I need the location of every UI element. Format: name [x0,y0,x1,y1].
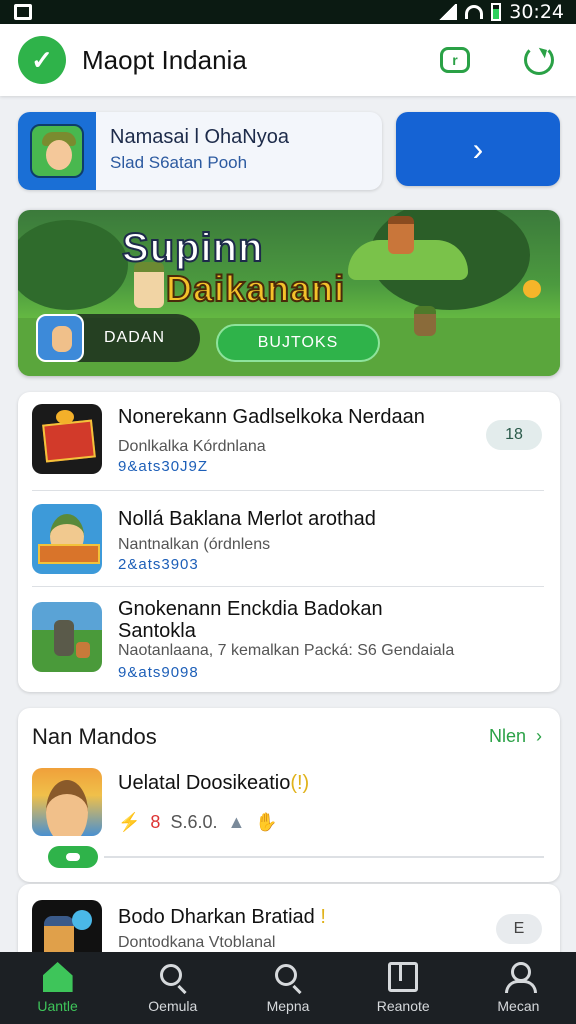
list-item-title: Gnokenann Enckdia Badokan Santokla [118,598,383,642]
nav-label: Mecan [497,998,540,1014]
nav-item-library[interactable]: Reanote [346,952,461,1024]
battery-icon [491,3,502,21]
banner-character-goblin [414,306,436,336]
promo-subtitle: Slad S6atan Pooh [110,153,248,172]
progress-line [104,856,544,858]
hand-icon: ✋ [255,812,278,832]
status-indicators: 30:24 [437,1,564,23]
banner-character-monkey [388,216,414,254]
signal-icon [437,4,458,20]
section-item-badge-glyph: (!) [290,772,310,794]
banner-title-line2: Daikanani [165,267,346,310]
promo-title: Namasai l OhaNyoa [110,126,289,148]
chevron-right-icon: › [536,726,542,746]
status-bar: 30:24 [0,0,576,24]
nav-item-search[interactable]: Oemula [115,952,230,1024]
section-item-title: Uelatal Doosikeatio(!) [118,772,309,795]
list-item[interactable]: Gnokenann Enckdia Badokan Santokla Naota… [18,588,560,688]
status-time: 30:24 [509,1,564,23]
partial-item-subtitle: Dontodkana Vtoblanal [118,934,276,951]
list-item-app-icon [32,404,102,474]
home-icon [42,962,73,992]
nav-label: Uantle [37,998,78,1014]
partial-item-title-text: Bodo Dharkan Bratiad [118,906,315,928]
divider [32,586,544,587]
featured-banner[interactable]: Supinn Daikanani DADAN BUJTOKS [18,210,560,376]
list-item-subtitle: Naotanlaana, 7 kemalkan Packá: S6 Gendai… [118,642,455,659]
banner-action-button[interactable]: BUJTOKS [216,324,380,362]
list-item-stat: 9&ats30J9Z [118,458,209,475]
partial-item-badge[interactable]: E [496,914,542,944]
list-item-title: Nonerekann Gadlselkoka Nerdaan [118,406,425,428]
list-item-stat: 9&ats9098 [118,664,199,681]
bolt-icon: ⚡ [118,812,141,832]
grid-icon [388,962,419,992]
list-item-stat: 2&ats3903 [118,556,199,573]
section-item-app-icon[interactable] [32,768,102,836]
banner-title-line1: Supinn [121,225,264,271]
promo-icon-frame [18,112,96,190]
nav-item-explore[interactable]: Mepna [230,952,345,1024]
promo-card[interactable]: Namasai l OhaNyoa Slad S6atan Pooh [18,112,382,190]
download-box-icon: r [440,47,470,73]
divider [32,490,544,491]
bottom-navigation: Uantle Oemula Mepna Reanote Mecan [0,952,576,1024]
list-item-title: Nollá Baklana Merlot arothad [118,508,376,530]
chevron-right-icon: › [472,130,484,167]
nav-label: Oemula [148,998,198,1014]
promo-app-icon [30,124,84,178]
arrow-icon: ▲ [227,812,246,832]
promo-next-button[interactable]: › [396,112,560,186]
section-item-toggle[interactable] [48,846,98,868]
banner-game-pill[interactable]: DADAN [36,314,200,362]
search-icon [159,964,182,986]
section-item-rating: S.6.0. [170,812,218,832]
list-item[interactable]: Nollá Baklana Merlot arothad Nantnalkan … [18,492,560,592]
section-item-title-text: Uelatal Doosikeatio [118,772,291,794]
section-title: Nan Mandos [32,724,157,749]
partial-item-bang: ! [320,906,326,928]
list-item-app-icon [32,504,102,574]
promo-row: Namasai l OhaNyoa Slad S6atan Pooh › [18,112,560,190]
nav-label: Mepna [266,998,310,1014]
list-item[interactable]: Nonerekann Gadlselkoka Nerdaan Donlkalka… [18,392,560,492]
downloads-button[interactable]: r [436,41,474,79]
wifi-icon [465,5,484,19]
app-title: Maopt Indania [82,44,247,75]
user-icon [503,962,538,993]
banner-game-icon [36,314,84,362]
refresh-button[interactable] [520,41,558,79]
banner-flower [523,280,541,298]
list-item-badge[interactable]: 18 [486,420,542,450]
app-bar: ✓ Maopt Indania r [0,24,576,96]
app-list-card: Nonerekann Gadlselkoka Nerdaan Donlkalka… [18,392,560,692]
section-card: Nan Mandos Nlen › Uelatal Doosikeatio(!)… [18,708,560,882]
section-item-number: 8 [150,812,161,832]
list-item-subtitle: Donlkalka Kórdnlana [118,438,266,455]
explore-search-icon [275,964,297,986]
nav-item-profile[interactable]: Mecan [461,952,576,1024]
list-item-app-icon [32,602,102,672]
app-logo-check-icon: ✓ [18,36,66,84]
section-item-meta: ⚡ 8 S.6.0. ▲ ✋ [118,812,278,833]
partial-item-title: Bodo Dharkan Bratiad ! [118,906,326,929]
section-see-more-link[interactable]: Nlen › [489,726,542,747]
banner-pill-label: DADAN [104,329,166,346]
refresh-icon [524,45,554,75]
notification-icon [14,4,32,20]
list-item-subtitle: Nantnalkan (órdnlens [118,536,271,553]
nav-item-home[interactable]: Uantle [0,952,115,1024]
nav-label: Reanote [376,998,430,1014]
section-link-label: Nlen [488,726,526,746]
